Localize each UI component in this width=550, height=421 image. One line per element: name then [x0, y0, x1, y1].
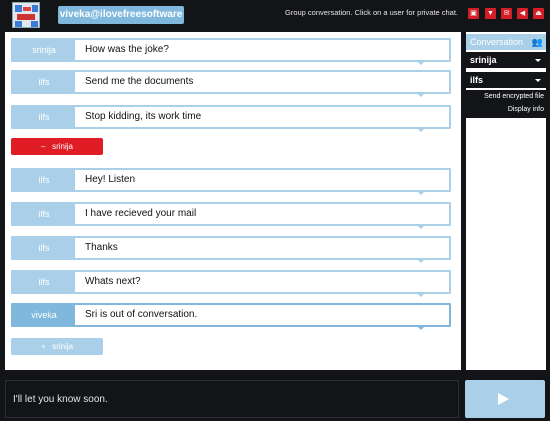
- user-joined-notice: + srinija: [11, 338, 103, 355]
- bubble-tail: [417, 128, 425, 132]
- message-sender[interactable]: ilfs: [13, 72, 75, 92]
- user-item-label: srinija: [470, 55, 497, 65]
- message: ilfs I have recieved your mail: [11, 202, 451, 229]
- avatar[interactable]: [12, 2, 40, 28]
- message: ilfs Whats next?: [11, 270, 451, 297]
- bubble-tail: [417, 225, 425, 229]
- message-text: Thanks: [85, 242, 118, 253]
- user-menu: Send encrypted file Display info: [466, 90, 546, 118]
- message-text: Hey! Listen: [85, 174, 136, 185]
- send-arrow-icon: [498, 393, 509, 405]
- message-text: Send me the documents: [85, 76, 194, 87]
- bubble-tail: [417, 293, 425, 297]
- message-sender[interactable]: ilfs: [13, 170, 75, 190]
- bubble-tail: [417, 61, 425, 65]
- message-sender[interactable]: ilfs: [13, 272, 75, 292]
- message-text: I have recieved your mail: [85, 208, 197, 219]
- minus-icon: –: [40, 142, 46, 151]
- message: ilfs Stop kidding, its work time: [11, 105, 451, 132]
- status-user: srinija: [52, 342, 74, 351]
- bubble-tail: [417, 326, 425, 330]
- users-icon: 👥: [531, 37, 543, 47]
- filter-icon[interactable]: ▼: [485, 8, 496, 19]
- message-text: Whats next?: [85, 276, 141, 287]
- send-button[interactable]: [465, 380, 545, 418]
- message: srinija How was the joke?: [11, 38, 451, 65]
- user-left-notice: – srinija: [11, 138, 103, 155]
- plus-icon: +: [40, 342, 46, 351]
- menu-display-info[interactable]: Display info: [466, 104, 544, 116]
- message-sender[interactable]: ilfs: [13, 107, 75, 127]
- user-item-srinija[interactable]: srinija: [466, 52, 546, 68]
- chevron-down-icon: [535, 79, 541, 82]
- bubble-tail: [417, 259, 425, 263]
- message-sender[interactable]: srinija: [13, 40, 75, 60]
- current-user-label: viveka@ilovefreesoftware: [58, 6, 184, 24]
- message-text: Stop kidding, its work time: [85, 111, 202, 122]
- conversation-panel: Conversation 👥 srinija ilfs Send encrypt…: [466, 32, 546, 370]
- panel-header: Conversation 👥: [466, 34, 546, 50]
- message-text: Sri is out of conversation.: [85, 309, 198, 320]
- chat-log[interactable]: srinija How was the joke? ilfs Send me t…: [5, 32, 461, 370]
- user-item-label: ilfs: [470, 75, 484, 85]
- panel-title: Conversation: [470, 37, 524, 47]
- chevron-down-icon: [535, 59, 541, 62]
- message-text: How was the joke?: [85, 44, 169, 55]
- message: ilfs Hey! Listen: [11, 168, 451, 195]
- message: ilfs Thanks: [11, 236, 451, 263]
- message-sender[interactable]: ilfs: [13, 238, 75, 258]
- message-sender[interactable]: viveka: [13, 305, 75, 325]
- message-input[interactable]: I'll let you know soon.: [5, 380, 459, 418]
- sound-icon[interactable]: ◀: [517, 8, 528, 19]
- eject-icon[interactable]: ⏏: [533, 8, 544, 19]
- user-item-ilfs[interactable]: ilfs: [466, 72, 546, 88]
- own-message: viveka Sri is out of conversation.: [11, 303, 451, 330]
- bubble-tail: [417, 191, 425, 195]
- top-bar: viveka@ilovefreesoftware Group conversat…: [0, 0, 550, 30]
- conversation-hint: Group conversation. Click on a user for …: [285, 8, 458, 17]
- message-sender[interactable]: ilfs: [13, 204, 75, 224]
- status-user: srinija: [52, 142, 74, 151]
- message: ilfs Send me the documents: [11, 70, 451, 97]
- bubble-tail: [417, 93, 425, 97]
- image-icon[interactable]: ▣: [468, 8, 479, 19]
- menu-send-encrypted-file[interactable]: Send encrypted file: [466, 91, 544, 103]
- chat-icon[interactable]: ✉: [501, 8, 512, 19]
